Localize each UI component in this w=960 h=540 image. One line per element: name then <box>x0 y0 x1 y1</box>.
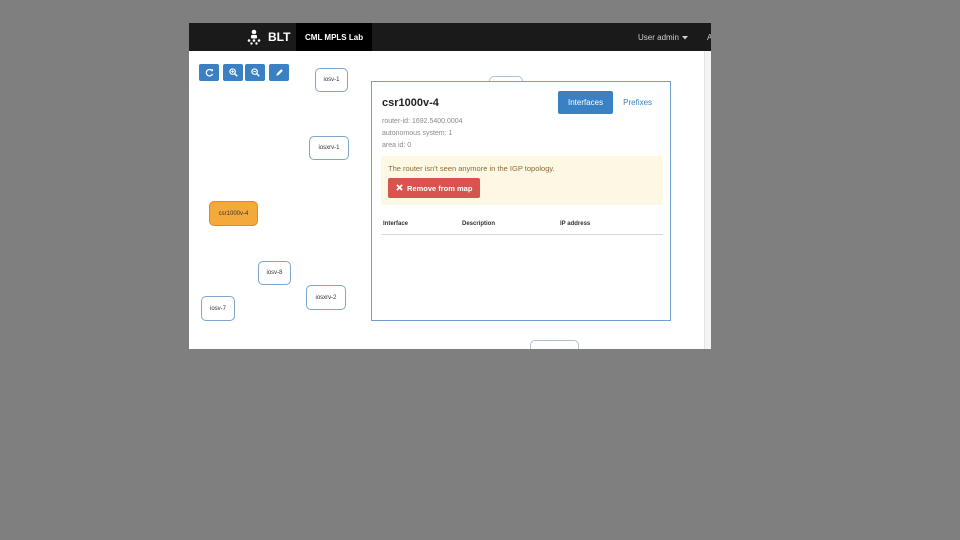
autonomous-system: autonomous system: 1 <box>382 130 453 137</box>
router-detail-panel: csr1000v-4 Interfaces Prefixes router-id… <box>371 81 671 321</box>
remove-button-label: Remove from map <box>407 183 473 193</box>
user-menu-label: User admin <box>638 32 679 42</box>
alert-message: The router isn't seen anymore in the IGP… <box>388 164 555 173</box>
node-iosxrv-1[interactable]: iosxrv-1 <box>309 136 349 160</box>
tab-interfaces[interactable]: Interfaces <box>558 91 614 114</box>
map-toolbar <box>199 64 289 81</box>
zoom-out-icon <box>250 64 260 82</box>
brand-name: BLT <box>268 30 291 44</box>
column-ip-address: IP address <box>560 221 591 227</box>
caret-down-icon <box>681 33 688 42</box>
edit-button[interactable] <box>269 64 289 81</box>
nav-item-truncated[interactable]: A <box>707 23 711 51</box>
router-title: csr1000v-4 <box>382 97 439 109</box>
app-window: BLT CML MPLS Lab User admin A iosv-1 ios… <box>189 23 711 349</box>
node-iosv-7[interactable]: iosv-7 <box>201 296 235 321</box>
pencil-icon <box>275 64 284 82</box>
node-partial-bottom[interactable] <box>530 340 579 349</box>
interfaces-table-header: Interface Description IP address <box>381 218 663 235</box>
node-iosv-1[interactable]: iosv-1 <box>315 68 348 92</box>
area-id: area id: 0 <box>382 142 412 149</box>
warning-alert: The router isn't seen anymore in the IGP… <box>381 156 663 205</box>
router-id: router-id: 1692.5400.0004 <box>382 118 463 125</box>
column-description: Description <box>462 221 496 227</box>
user-menu[interactable]: User admin <box>638 23 688 51</box>
node-iosxrv-2[interactable]: iosxrv-2 <box>306 285 346 310</box>
zoom-out-button[interactable] <box>245 64 265 81</box>
zoom-in-button[interactable] <box>223 64 243 81</box>
brand-logo-icon <box>246 29 262 45</box>
node-csr1000v-4[interactable]: csr1000v-4 <box>209 201 258 226</box>
remove-from-map-button[interactable]: Remove from map <box>388 178 481 198</box>
navbar: BLT CML MPLS Lab User admin A <box>189 23 711 51</box>
zoom-in-icon <box>228 64 238 82</box>
refresh-icon <box>205 64 214 82</box>
lab-tab[interactable]: CML MPLS Lab <box>296 23 373 51</box>
column-interface: Interface <box>383 221 409 227</box>
panel-tabs: Interfaces Prefixes <box>558 91 662 114</box>
refresh-button[interactable] <box>199 64 219 81</box>
tab-prefixes[interactable]: Prefixes <box>613 91 662 114</box>
close-icon <box>396 183 403 193</box>
brand[interactable]: BLT <box>246 23 290 51</box>
scrollbar[interactable] <box>704 51 711 349</box>
node-iosv-8[interactable]: iosv-8 <box>258 261 291 285</box>
